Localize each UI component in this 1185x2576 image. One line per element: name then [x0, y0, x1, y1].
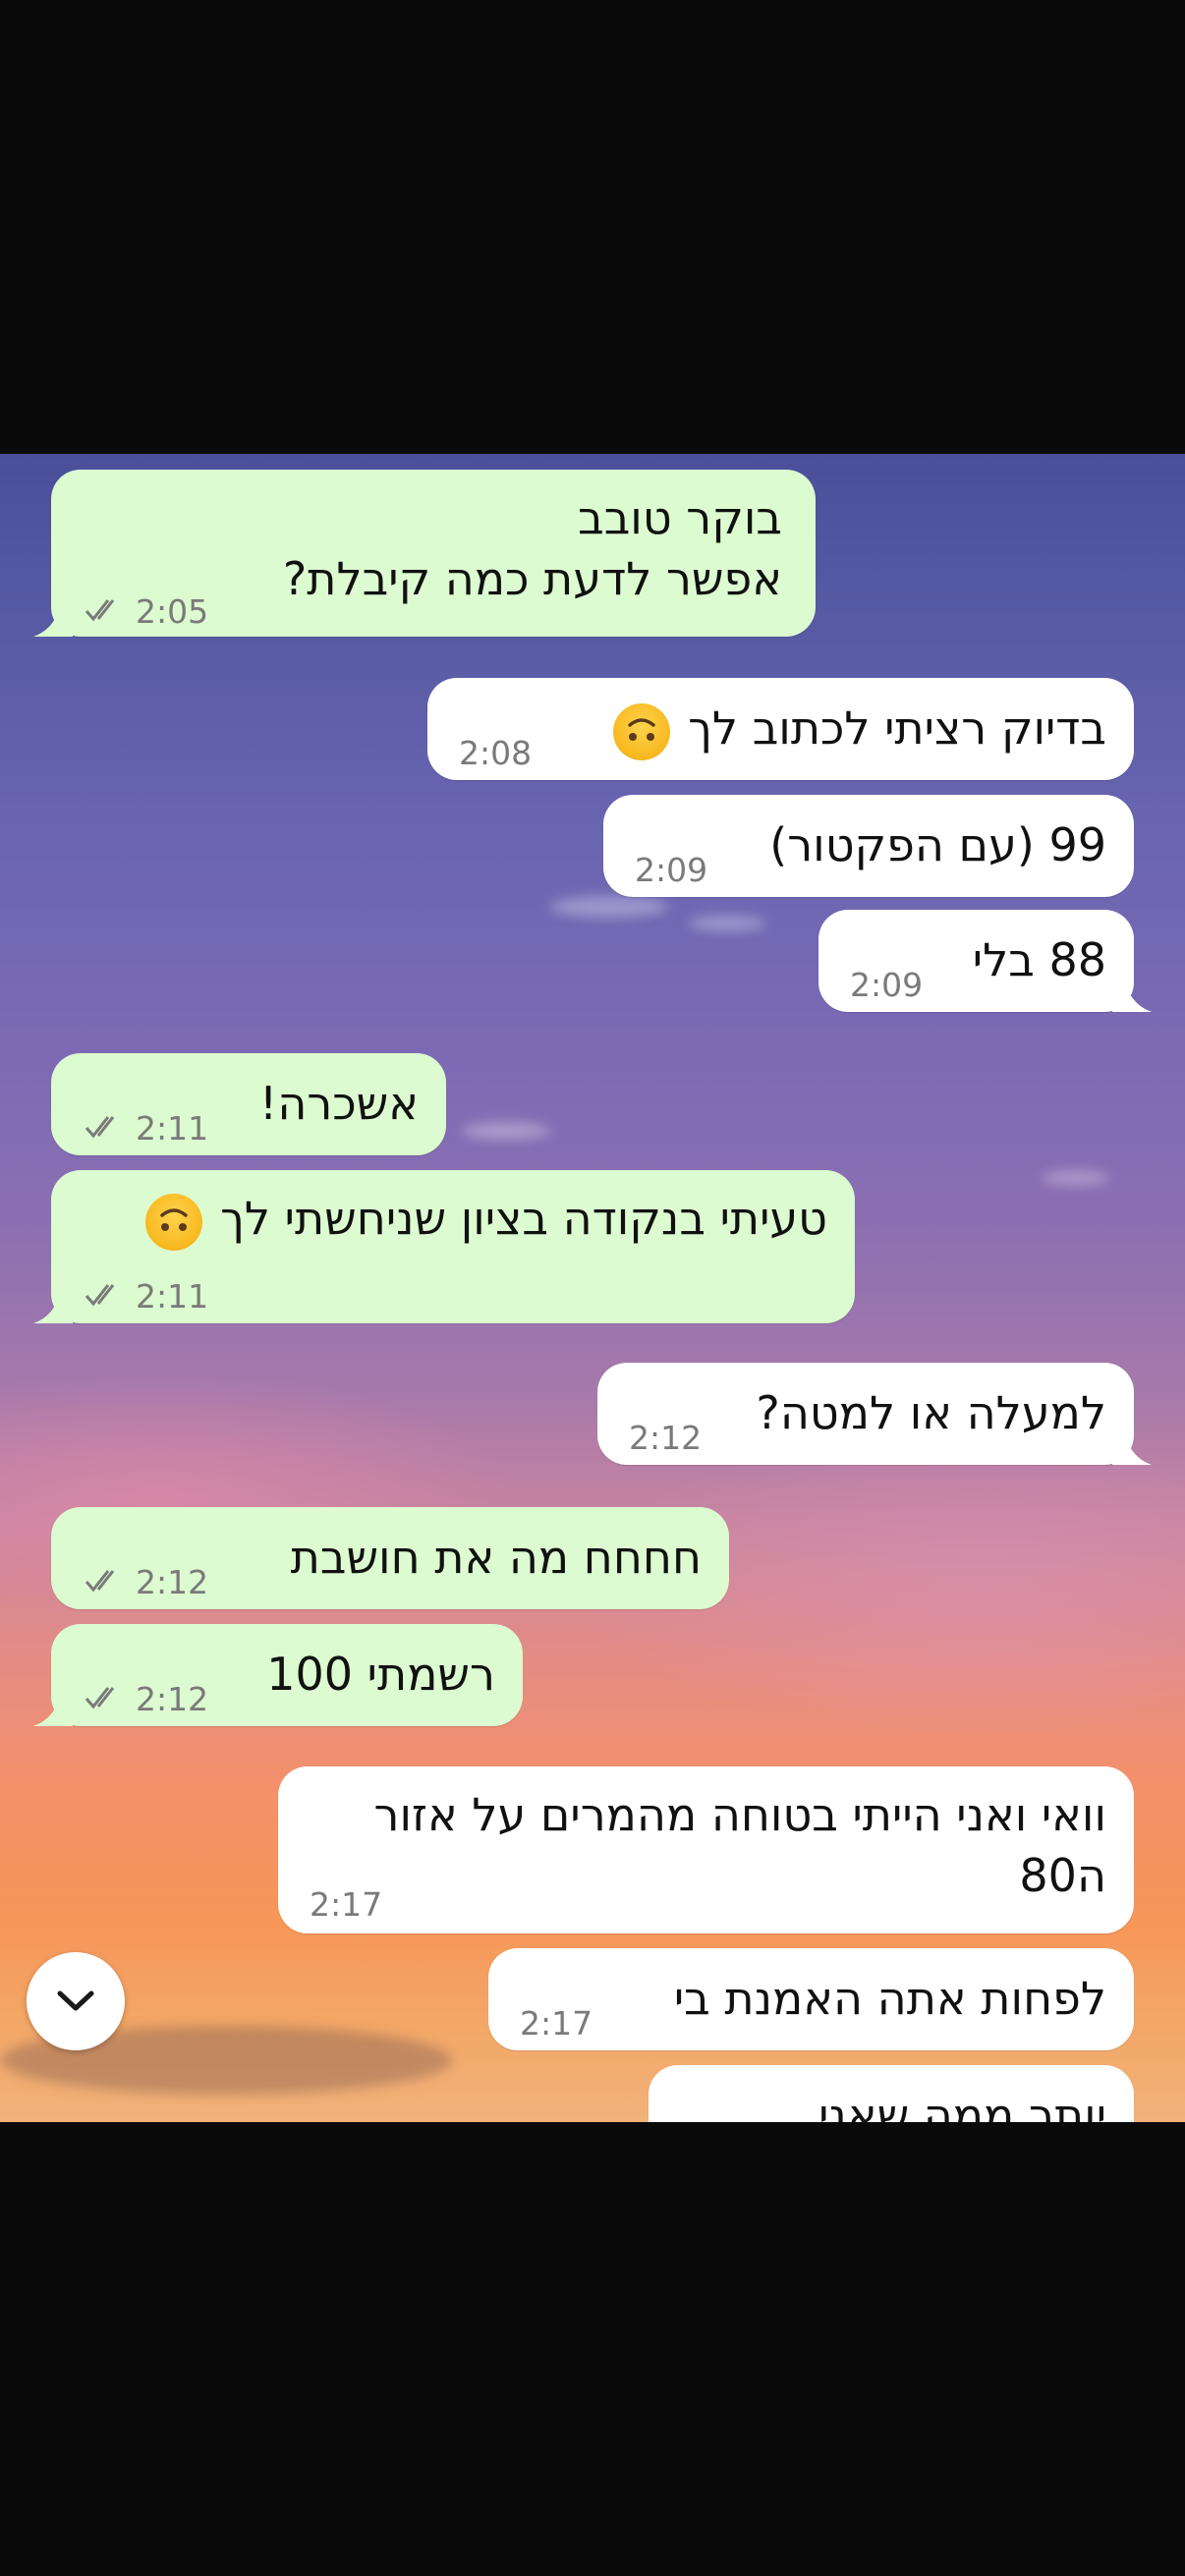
message-meta: 2:05 [83, 582, 208, 644]
message-bubble-incoming[interactable]: יותר ממה שאני 2:17 [649, 2065, 1134, 2122]
message-line: וואי ואני הייתי בטוחה מהמרים על אזור [373, 1788, 1106, 1841]
message-time: 2:09 [635, 851, 708, 889]
chevron-down-icon [57, 1990, 94, 2011]
message-bubble-outgoing[interactable]: חחחח מה את חושבת 2:12 [51, 1507, 729, 1609]
message-text-row: טעיתי בנקודה בציון שניחשתי לך [141, 1188, 827, 1251]
message-line: בוקר טובב [578, 491, 782, 544]
message-bubble-incoming[interactable]: וואי ואני הייתי בטוחה מהמרים על אזור ה80… [278, 1766, 1134, 1933]
message-text: רשמתי 100 [266, 1648, 495, 1701]
message-bubble-incoming[interactable]: למעלה או למטה? 2:12 [597, 1363, 1152, 1465]
upside-down-face-icon [144, 1193, 202, 1251]
chat-area[interactable]: בוקר טובב אפשר לדעת כמה קיבלת? 2:05 בדיו… [0, 454, 1185, 2122]
double-check-icon [83, 1100, 130, 1161]
cloud-decoration [462, 1122, 550, 1140]
double-check-icon [83, 1268, 130, 1329]
message-bubble-outgoing[interactable]: טעיתי בנקודה בציון שניחשתי לך 2:11 [33, 1170, 855, 1323]
double-check-icon [83, 584, 130, 644]
message-meta: 2:12 [83, 1552, 208, 1615]
message-bubble-incoming[interactable]: בדיוק רציתי לכתוב לך 2:08 [427, 678, 1134, 780]
message-meta: 2:11 [83, 1098, 208, 1161]
message-text: טעיתי בנקודה בציון שניחשתי לך [220, 1192, 827, 1245]
message-time: 2:17 [520, 2004, 593, 2043]
message-text: חחחח מה את חושבת [290, 1531, 702, 1584]
bubble-tail [1112, 1426, 1152, 1465]
message-time: 2:11 [136, 1109, 209, 1148]
message-text: בדיוק רציתי לכתוב לך [688, 701, 1106, 755]
message-text: 88 בלי [972, 933, 1106, 986]
message-bubble-outgoing[interactable]: אשכרה! 2:11 [51, 1053, 446, 1155]
message-time: 2:08 [459, 734, 533, 772]
message-time: 2:12 [136, 1680, 209, 1718]
upside-down-face-icon [612, 702, 670, 760]
cloud-decoration [688, 916, 766, 931]
message-meta: 2:11 [83, 1266, 208, 1329]
bubble-tail [33, 597, 73, 637]
message-time: 2:17 [310, 1885, 383, 1924]
message-bubble-incoming[interactable]: לפחות אתה האמנת בי 2:17 [488, 1948, 1134, 2050]
double-check-icon [83, 1554, 130, 1615]
bubble-tail [1112, 973, 1152, 1012]
message-text: 99 (עם הפקטור) [769, 818, 1106, 871]
bubble-tail [33, 1284, 73, 1323]
message-bubble-incoming[interactable]: 88 בלי 2:09 [818, 910, 1152, 1012]
cloud-decoration [1042, 1171, 1110, 1185]
message-line: אפשר לדעת כמה קיבלת? [282, 552, 782, 605]
screen: בוקר טובב אפשר לדעת כמה קיבלת? 2:05 בדיו… [0, 0, 1185, 2576]
message-text-row: בדיוק רציתי לכתוב לך [609, 698, 1106, 760]
message-time: 2:12 [136, 1563, 209, 1601]
message-text: אשכרה! [258, 1077, 419, 1130]
message-time: 2:17 [680, 2110, 753, 2122]
message-time: 2:09 [850, 966, 924, 1004]
message-bubble-incoming[interactable]: 99 (עם הפקטור) 2:09 [603, 795, 1134, 897]
scroll-to-bottom-button[interactable] [27, 1952, 125, 2050]
message-time: 2:11 [136, 1277, 209, 1316]
message-meta: 2:12 [83, 1669, 208, 1732]
bubble-tail [33, 1687, 73, 1726]
message-text: לפחות אתה האמנת בי [673, 1972, 1106, 2025]
message-bubble-outgoing[interactable]: בוקר טובב אפשר לדעת כמה קיבלת? 2:05 [33, 470, 816, 637]
message-text: למעלה או למטה? [756, 1386, 1106, 1439]
message-text: יותר ממה שאני [818, 2089, 1106, 2122]
message-time: 2:05 [136, 592, 209, 631]
message-time: 2:12 [629, 1419, 703, 1457]
message-bubble-outgoing[interactable]: רשמתי 100 2:12 [33, 1624, 523, 1726]
double-check-icon [83, 1671, 130, 1732]
message-line: ה80 [1019, 1849, 1106, 1902]
